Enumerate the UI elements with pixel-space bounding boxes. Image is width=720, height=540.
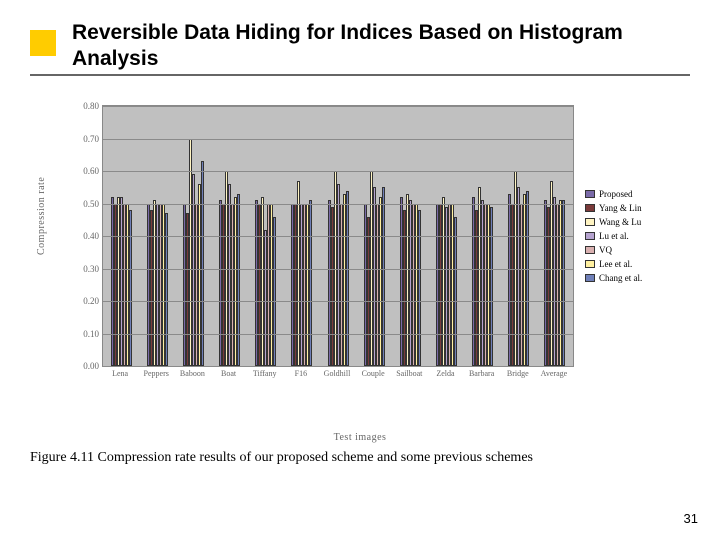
legend-swatch (585, 190, 595, 198)
x-tick-label: Zelda (436, 369, 454, 378)
legend-label: Lee et al. (599, 259, 632, 269)
bar (237, 194, 240, 366)
legend-item: Lee et al. (585, 259, 675, 269)
y-axis-label: Compression rate (36, 177, 47, 255)
legend-item: Lu et al. (585, 231, 675, 241)
x-tick-label: F16 (295, 369, 307, 378)
x-tick-label: Goldhill (324, 369, 351, 378)
legend: Proposed Yang & Lin Wang & Lu Lu et al. VQ Le… (585, 185, 675, 287)
legend-label: Proposed (599, 189, 633, 199)
chart: Compression rate 0.000.100.200.300.400.5… (40, 105, 680, 415)
legend-item: Yang & Lin (585, 203, 675, 213)
grid-line (103, 269, 573, 270)
legend-swatch (585, 274, 595, 282)
slide-title: Reversible Data Hiding for Indices Based… (72, 20, 692, 73)
x-tick-label: Boat (221, 369, 236, 378)
grid-line (103, 301, 573, 302)
legend-label: Yang & Lin (599, 203, 642, 213)
legend-label: Chang et al. (599, 273, 642, 283)
legend-swatch (585, 218, 595, 226)
figure-caption: Figure 4.11 Compression rate results of … (30, 450, 690, 466)
grid-line (103, 139, 573, 140)
grid-line (103, 334, 573, 335)
bar (346, 191, 349, 367)
legend-item: Chang et al. (585, 273, 675, 283)
y-tick-label: 0.00 (83, 361, 99, 371)
legend-item: VQ (585, 245, 675, 255)
x-categories: Lena Peppers Baboon Boat Tiffany F16 Goldhill C… (102, 367, 572, 407)
legend-label: Lu et al. (599, 231, 629, 241)
plot-area: 0.000.100.200.300.400.500.600.700.80 (102, 105, 574, 367)
bar (418, 210, 421, 366)
x-tick-label: Lena (112, 369, 128, 378)
bar (201, 161, 204, 366)
legend-swatch (585, 204, 595, 212)
bar (562, 200, 565, 366)
x-tick-label: Peppers (144, 369, 169, 378)
accent-square (30, 30, 56, 56)
x-tick-label: Bridge (507, 369, 529, 378)
x-tick-label: Tiffany (253, 369, 277, 378)
x-tick-label: Couple (362, 369, 385, 378)
x-axis-label: Test images (40, 432, 680, 443)
grid-line (103, 204, 573, 205)
grid-line (103, 236, 573, 237)
grid-line (103, 106, 573, 107)
y-tick-label: 0.50 (83, 199, 99, 209)
legend-label: VQ (599, 245, 612, 255)
y-tick-label: 0.70 (83, 134, 99, 144)
legend-swatch (585, 260, 595, 268)
bar (129, 210, 132, 366)
bar (273, 217, 276, 367)
y-tick-label: 0.10 (83, 329, 99, 339)
bar (454, 217, 457, 367)
y-tick-label: 0.60 (83, 166, 99, 176)
legend-item: Wang & Lu (585, 217, 675, 227)
legend-label: Wang & Lu (599, 217, 641, 227)
y-tick-label: 0.20 (83, 296, 99, 306)
x-tick-label: Sailboat (396, 369, 422, 378)
bar (490, 207, 493, 366)
title-rule (30, 74, 690, 76)
legend-swatch (585, 246, 595, 254)
x-tick-label: Baboon (180, 369, 205, 378)
page-number: 31 (684, 511, 698, 526)
y-tick-label: 0.40 (83, 231, 99, 241)
bar (309, 200, 312, 366)
y-tick-label: 0.30 (83, 264, 99, 274)
legend-swatch (585, 232, 595, 240)
bar (382, 187, 385, 366)
bar (526, 191, 529, 367)
y-tick-label: 0.80 (83, 101, 99, 111)
x-tick-label: Barbara (469, 369, 494, 378)
x-tick-label: Average (541, 369, 568, 378)
grid-line (103, 171, 573, 172)
legend-item: Proposed (585, 189, 675, 199)
